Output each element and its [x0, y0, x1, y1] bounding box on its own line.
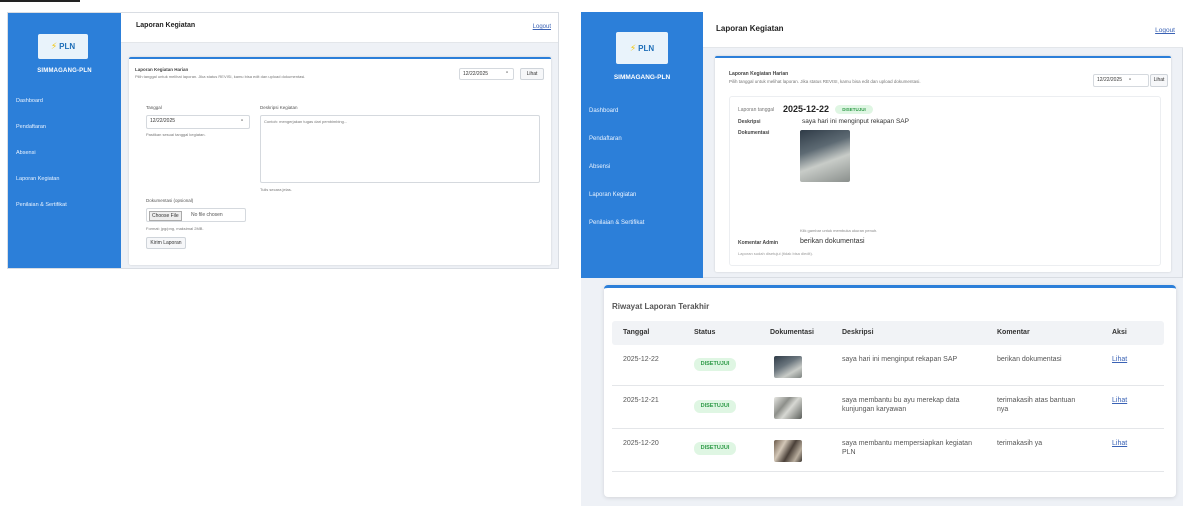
- deskripsi-value: saya hari ini menginput rekapan SAP: [802, 118, 909, 125]
- col-komentar: Komentar: [997, 329, 1030, 336]
- table-row: 2025-12-20 DISETUJUI saya membantu mempe…: [612, 430, 1164, 472]
- deskripsi-hint: Tulis secara jelas.: [260, 187, 292, 192]
- screenshot-composite: ⚡ PLN SIMMAGANG-PLN Dashboard Pendaftaran…: [0, 0, 1192, 506]
- calendar-icon[interactable]: ▫: [241, 118, 243, 124]
- calendar-icon[interactable]: ▫: [1129, 77, 1131, 83]
- komentar-value: berikan dokumentasi: [800, 238, 865, 245]
- submit-report-button[interactable]: Kirim Laporan: [146, 237, 186, 249]
- logout-link[interactable]: Logout: [1155, 27, 1175, 34]
- row-deskripsi: saya membantu bu ayu merekap data kunjun…: [842, 397, 960, 413]
- row-komentar: terimakasih atas bantuan nya: [997, 397, 1076, 413]
- sidebar-item-pendaftaran[interactable]: Pendaftaran: [589, 132, 644, 160]
- row-view-link[interactable]: Lihat: [1112, 355, 1127, 364]
- col-deskripsi: Deskripsi: [842, 329, 874, 336]
- col-status: Status: [694, 329, 716, 336]
- sidebar-item-dashboard[interactable]: Dashboard: [16, 94, 67, 120]
- row-tanggal: 2025-12-21: [623, 397, 659, 404]
- locked-note: Laporan sudah disetujui (tidak bisa died…: [738, 251, 813, 256]
- thumbnail-hint: Klik gambar untuk membuka ukuran penuh.: [800, 228, 878, 233]
- tanggal-input[interactable]: 12/22/2025: [146, 115, 250, 129]
- brand-name: SIMMAGANG-PLN: [613, 74, 671, 81]
- sidebar-nav: Dashboard Pendaftaran Absensi Laporan Ke…: [589, 104, 644, 244]
- row-view-link[interactable]: Lihat: [1112, 396, 1127, 405]
- row-thumbnail[interactable]: [774, 440, 802, 462]
- deskripsi-textarea[interactable]: Contoh: mengerjakan tugas dari pembimbin…: [260, 115, 540, 183]
- status-badge: DISETUJUI: [694, 400, 736, 413]
- deskripsi-label: Deskripsi Kegiatan: [260, 105, 298, 110]
- col-tanggal: Tanggal: [623, 329, 650, 336]
- view-button[interactable]: Lihat: [520, 68, 544, 80]
- status-badge: DISETUJUI: [835, 105, 873, 114]
- status-badge: DISETUJUI: [694, 442, 736, 455]
- table-header: Tanggal Status Dokumentasi Deskripsi Kom…: [612, 321, 1164, 345]
- sidebar-item-laporan[interactable]: Laporan Kegiatan: [16, 172, 67, 198]
- report-form-card: Laporan Kegiatan Harian Pilih tanggal un…: [129, 57, 551, 265]
- sidebar-item-laporan[interactable]: Laporan Kegiatan: [589, 188, 644, 216]
- bolt-icon: ⚡: [629, 42, 637, 53]
- documentation-thumbnail[interactable]: [800, 130, 850, 182]
- tanggal-hint: Pastikan sesuai tanggal kegiatan.: [146, 132, 206, 137]
- page-title: Laporan Kegiatan: [716, 24, 784, 33]
- history-card: Riwayat Laporan Terakhir Tanggal Status …: [604, 285, 1176, 497]
- pln-logo: ⚡ PLN: [38, 34, 88, 59]
- section-title: Laporan Kegiatan Harian: [729, 71, 789, 77]
- row-deskripsi: saya membantu mempersiapkan kegiatan PLN: [842, 440, 972, 456]
- status-badge: DISETUJUI: [694, 358, 736, 371]
- brand-name: SIMMAGANG-PLN: [37, 68, 92, 74]
- sidebar-item-dashboard[interactable]: Dashboard: [589, 104, 644, 132]
- sidebar: ⚡ PLN SIMMAGANG-PLN Dashboard Pendaftaran…: [581, 12, 703, 278]
- section-hint: Pilih tanggal untuk melihat laporan. Jik…: [729, 79, 921, 84]
- sidebar-item-absensi[interactable]: Absensi: [589, 160, 644, 188]
- section-hint: Pilih tanggal untuk melihat laporan. Jik…: [135, 74, 306, 79]
- report-detail-box: Laporan tanggal 2025-12-22 DISETUJUI Des…: [729, 96, 1161, 266]
- cropped-line: [0, 0, 80, 2]
- bolt-icon: ⚡: [50, 41, 58, 51]
- file-hint: Format: jpg/png, maksimal 2MB.: [146, 226, 204, 231]
- row-tanggal: 2025-12-22: [623, 356, 659, 363]
- table-row: 2025-12-22 DISETUJUI saya hari ini mengi…: [612, 346, 1164, 386]
- tanggal-label: Tanggal: [146, 105, 162, 110]
- choose-file-button[interactable]: Choose File: [149, 211, 182, 221]
- file-status: No file chosen: [191, 212, 223, 218]
- sidebar-nav: Dashboard Pendaftaran Absensi Laporan Ke…: [16, 94, 67, 224]
- sidebar-item-pendaftaran[interactable]: Pendaftaran: [16, 120, 67, 146]
- row-thumbnail[interactable]: [774, 397, 802, 419]
- file-input[interactable]: Choose File No file chosen: [146, 208, 246, 222]
- page-title: Laporan Kegiatan: [136, 22, 196, 29]
- report-date-label: Laporan tanggal: [738, 107, 775, 113]
- pln-logo: ⚡ PLN: [616, 32, 668, 64]
- report-detail-card: Laporan Kegiatan Harian Pilih tanggal un…: [715, 56, 1171, 272]
- row-thumbnail[interactable]: [774, 356, 802, 378]
- table-row: 2025-12-21 DISETUJUI saya membantu bu ay…: [612, 387, 1164, 429]
- row-komentar: berikan dokumentasi: [997, 356, 1062, 363]
- komentar-label: Komentar Admin: [738, 240, 779, 246]
- row-view-link[interactable]: Lihat: [1112, 439, 1127, 448]
- filter-date-input[interactable]: 12/22/2025: [1093, 74, 1149, 87]
- calendar-icon[interactable]: ▫: [506, 70, 508, 76]
- sidebar-item-penilaian[interactable]: Penilaian & Sertifikat: [16, 198, 67, 224]
- history-title: Riwayat Laporan Terakhir: [612, 302, 710, 311]
- row-deskripsi: saya hari ini menginput rekapan SAP: [842, 356, 958, 363]
- view-button[interactable]: Lihat: [1150, 74, 1168, 87]
- logout-link[interactable]: Logout: [533, 24, 551, 30]
- deskripsi-label: Deskripsi: [738, 119, 761, 125]
- form-screenshot: ⚡ PLN SIMMAGANG-PLN Dashboard Pendaftaran…: [7, 12, 559, 269]
- sidebar-item-penilaian[interactable]: Penilaian & Sertifikat: [589, 216, 644, 244]
- sidebar-item-absensi[interactable]: Absensi: [16, 146, 67, 172]
- col-aksi: Aksi: [1112, 329, 1127, 336]
- report-date: 2025-12-22: [783, 104, 830, 114]
- dokumentasi-label: Dokumentasi (opsional): [146, 198, 194, 203]
- row-tanggal: 2025-12-20: [623, 440, 659, 447]
- row-komentar: terimakasih ya: [997, 440, 1043, 447]
- col-dokumentasi: Dokumentasi: [770, 329, 814, 336]
- dokumentasi-label: Dokumentasi: [738, 130, 770, 136]
- sidebar: ⚡ PLN SIMMAGANG-PLN Dashboard Pendaftaran…: [8, 13, 121, 268]
- section-title: Laporan Kegiatan Harian: [135, 67, 189, 72]
